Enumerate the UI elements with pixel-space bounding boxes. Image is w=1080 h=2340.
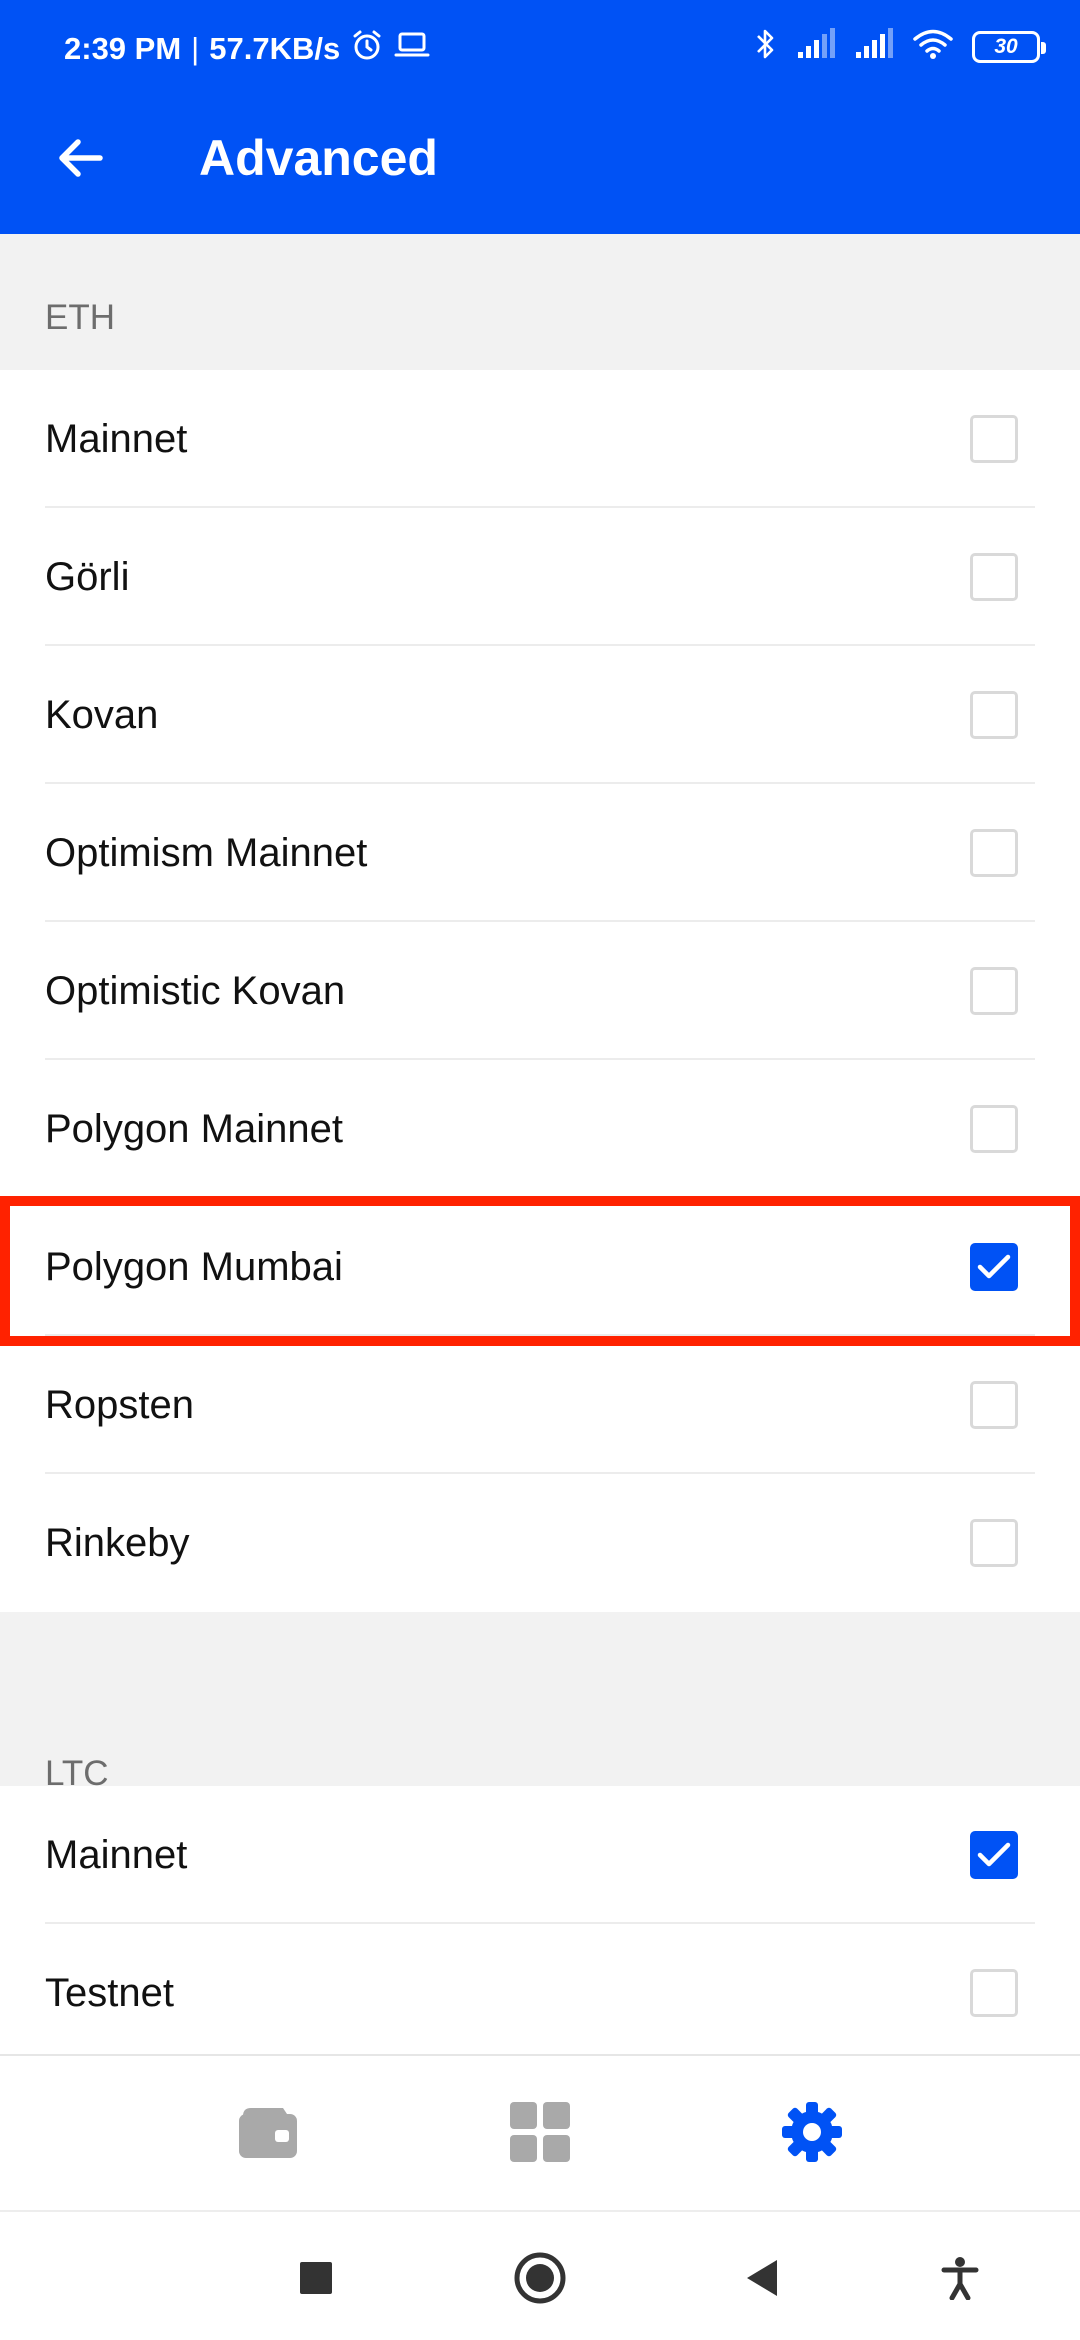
network-checkbox[interactable]: [970, 691, 1018, 739]
signal-icon-2: [854, 28, 894, 65]
network-row[interactable]: Testnet: [0, 1924, 1080, 2054]
status-separator: |: [191, 31, 200, 66]
home-button[interactable]: [512, 2252, 568, 2308]
network-row[interactable]: Ropsten: [0, 1336, 1080, 1474]
network-label: Ropsten: [45, 1382, 194, 1427]
status-right: 30: [754, 26, 1046, 67]
recent-apps-button[interactable]: [288, 2252, 344, 2308]
network-label: Kovan: [45, 692, 159, 737]
network-row[interactable]: Polygon Mainnet: [0, 1060, 1080, 1198]
network-checkbox[interactable]: [970, 1969, 1018, 2017]
back-button[interactable]: [44, 124, 116, 196]
network-label: Rinkeby: [45, 1520, 190, 1565]
network-checkbox[interactable]: [970, 1381, 1018, 1429]
network-row[interactable]: Optimistic Kovan: [0, 922, 1080, 1060]
network-checkbox[interactable]: [970, 829, 1018, 877]
eth-network-list: Mainnet Görli Kovan Optimism Mainnet Opt…: [0, 370, 1080, 1612]
network-row[interactable]: Kovan: [0, 646, 1080, 784]
square-icon: [299, 2261, 333, 2300]
accessibility-button[interactable]: [932, 2252, 988, 2308]
apps-grid-icon: [509, 2101, 571, 2168]
network-label: Polygon Mainnet: [45, 1106, 343, 1151]
wallet-icon: [237, 2104, 299, 2165]
system-nav-bar: [0, 2210, 1080, 2340]
settings-content[interactable]: ETH Mainnet Görli Kovan Optimism Mainnet…: [0, 234, 1080, 2054]
network-checkbox[interactable]: [970, 553, 1018, 601]
status-left: 2:39 PM | 57.7KB/s: [64, 28, 430, 70]
triangle-back-icon: [743, 2258, 781, 2303]
network-row[interactable]: Mainnet: [0, 370, 1080, 508]
network-row-selected[interactable]: Polygon Mumbai: [0, 1198, 1080, 1336]
status-speed: 57.7KB/s: [209, 31, 341, 66]
network-checkbox[interactable]: [970, 967, 1018, 1015]
status-time: 2:39 PM: [64, 31, 182, 66]
battery-icon: 30: [972, 30, 1046, 63]
network-row[interactable]: Görli: [0, 508, 1080, 646]
nav-wallet[interactable]: [236, 2102, 300, 2166]
back-nav-button[interactable]: [734, 2252, 790, 2308]
network-label: Optimistic Kovan: [45, 968, 346, 1013]
network-checkbox[interactable]: [970, 1519, 1018, 1567]
settings-gear-icon: [780, 2100, 844, 2169]
section-header-eth: ETH: [0, 234, 1080, 370]
network-checkbox[interactable]: [970, 1831, 1018, 1879]
status-bar: 2:39 PM | 57.7KB/s 30: [0, 0, 1080, 100]
network-row[interactable]: Rinkeby: [0, 1474, 1080, 1612]
network-label: Görli: [45, 554, 130, 599]
network-checkbox[interactable]: [970, 415, 1018, 463]
laptop-icon: [394, 30, 430, 68]
signal-icon: [796, 28, 836, 65]
nav-apps[interactable]: [508, 2101, 572, 2168]
section-header-ltc: LTC: [0, 1612, 1080, 1793]
network-label: Polygon Mumbai: [45, 1244, 343, 1289]
wifi-icon: [912, 28, 954, 65]
network-checkbox[interactable]: [970, 1105, 1018, 1153]
nav-settings[interactable]: [780, 2100, 844, 2169]
app-bar: Advanced: [0, 100, 1080, 234]
network-label: Mainnet: [45, 416, 188, 461]
network-checkbox[interactable]: [970, 1243, 1018, 1291]
bottom-nav: [0, 2054, 1080, 2210]
network-row[interactable]: Optimism Mainnet: [0, 784, 1080, 922]
network-row[interactable]: Mainnet: [0, 1786, 1080, 1924]
ltc-network-list: Mainnet Testnet: [0, 1786, 1080, 2054]
back-arrow-icon: [56, 138, 104, 183]
alarm-icon: [350, 28, 384, 70]
bluetooth-icon: [754, 26, 778, 67]
circle-icon: [513, 2251, 567, 2310]
network-label: Mainnet: [45, 1832, 188, 1877]
page-title: Advanced: [199, 130, 438, 186]
network-label: Optimism Mainnet: [45, 830, 368, 875]
network-label: Testnet: [45, 1970, 174, 2015]
accessibility-icon: [940, 2256, 980, 2305]
